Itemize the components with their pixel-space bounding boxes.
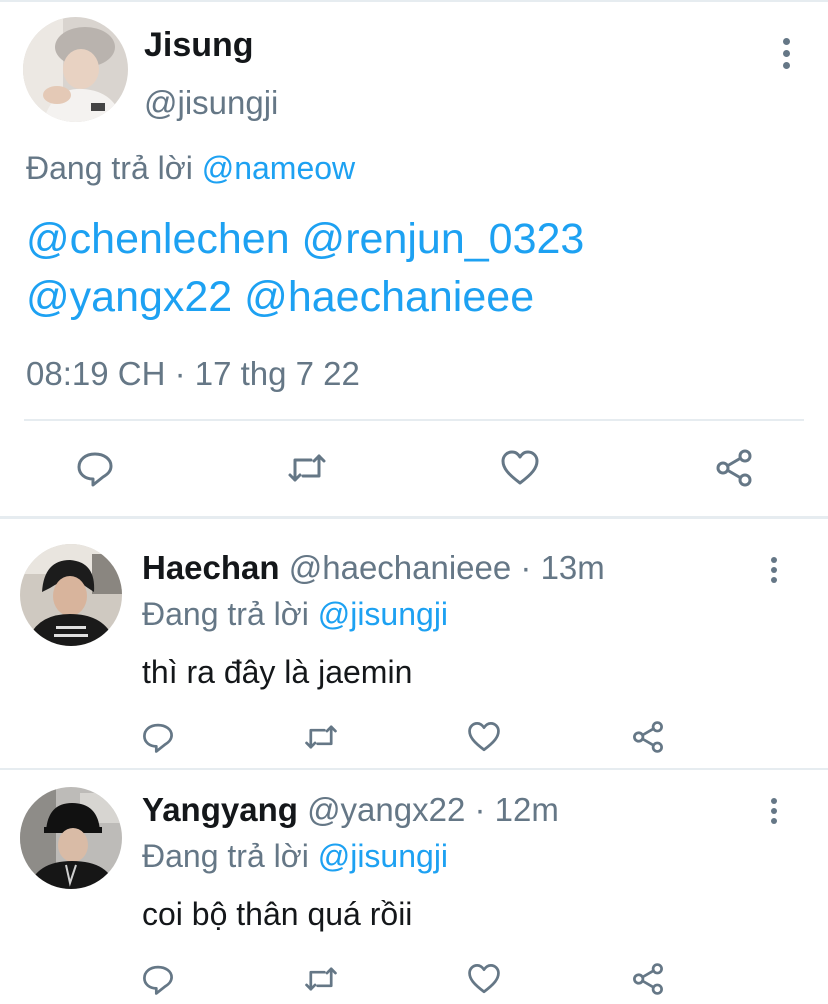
retweet-icon[interactable] <box>287 448 327 488</box>
share-icon[interactable] <box>714 448 754 488</box>
avatar-haechan[interactable] <box>20 544 122 646</box>
reply-time[interactable]: · 13m <box>520 549 604 586</box>
more-options-icon[interactable] <box>781 38 791 72</box>
replying-to-mention[interactable]: @jisungji <box>318 838 448 874</box>
replying-to-label: Đang trả lời <box>26 150 193 186</box>
replying-to-label: Đang trả lời <box>142 596 309 632</box>
more-options-icon[interactable] <box>769 557 779 587</box>
tweet-text-line-2[interactable]: @yangx22 @haechanieee <box>26 268 796 326</box>
section-divider <box>0 516 828 519</box>
like-icon[interactable] <box>467 720 501 754</box>
avatar-yangyang[interactable] <box>20 787 122 889</box>
replying-to-line: Đang trả lời @jisungji <box>142 838 448 875</box>
retweet-icon[interactable] <box>304 720 338 754</box>
like-icon[interactable] <box>467 962 501 996</box>
replying-to-label: Đang trả lời <box>142 838 309 874</box>
tweet-timestamp[interactable]: 08:19 CH · 17 thg 7 22 <box>26 355 360 393</box>
reply-author-name[interactable]: Yangyang <box>142 791 298 828</box>
reply-time[interactable]: · 12m <box>475 791 559 828</box>
replying-to-line: Đang trả lời @nameow <box>26 150 355 187</box>
tweet-text: @chenlechen @renjun_0323 @yangx22 @haech… <box>26 210 796 326</box>
reply-icon[interactable] <box>141 720 175 754</box>
reply-author-name[interactable]: Haechan <box>142 549 280 586</box>
top-border <box>0 0 828 2</box>
retweet-icon[interactable] <box>304 962 338 996</box>
reply-header: Haechan @haechanieee · 13m <box>142 549 605 587</box>
tweet-text-line-1[interactable]: @chenlechen @renjun_0323 <box>26 210 796 268</box>
reply-icon[interactable] <box>75 448 115 488</box>
reply-text: coi bộ thân quá rồii <box>142 896 413 932</box>
reply-author-handle[interactable]: @haechanieee <box>289 549 512 586</box>
reply-icon[interactable] <box>141 962 175 996</box>
share-icon[interactable] <box>631 962 665 996</box>
more-options-icon[interactable] <box>769 798 779 828</box>
reply-author-handle[interactable]: @yangx22 <box>307 791 465 828</box>
avatar-jisung[interactable] <box>23 17 128 122</box>
replying-to-mention[interactable]: @nameow <box>202 150 355 186</box>
reply-divider <box>0 768 828 770</box>
author-name[interactable]: Jisung <box>144 26 254 65</box>
replying-to-mention[interactable]: @jisungji <box>318 596 448 632</box>
divider <box>24 419 804 421</box>
like-icon[interactable] <box>500 448 540 488</box>
author-handle[interactable]: @jisungji <box>144 84 278 122</box>
reply-header: Yangyang @yangx22 · 12m <box>142 791 559 829</box>
share-icon[interactable] <box>631 720 665 754</box>
reply-text: thì ra đây là jaemin <box>142 654 413 690</box>
replying-to-line: Đang trả lời @jisungji <box>142 596 448 633</box>
